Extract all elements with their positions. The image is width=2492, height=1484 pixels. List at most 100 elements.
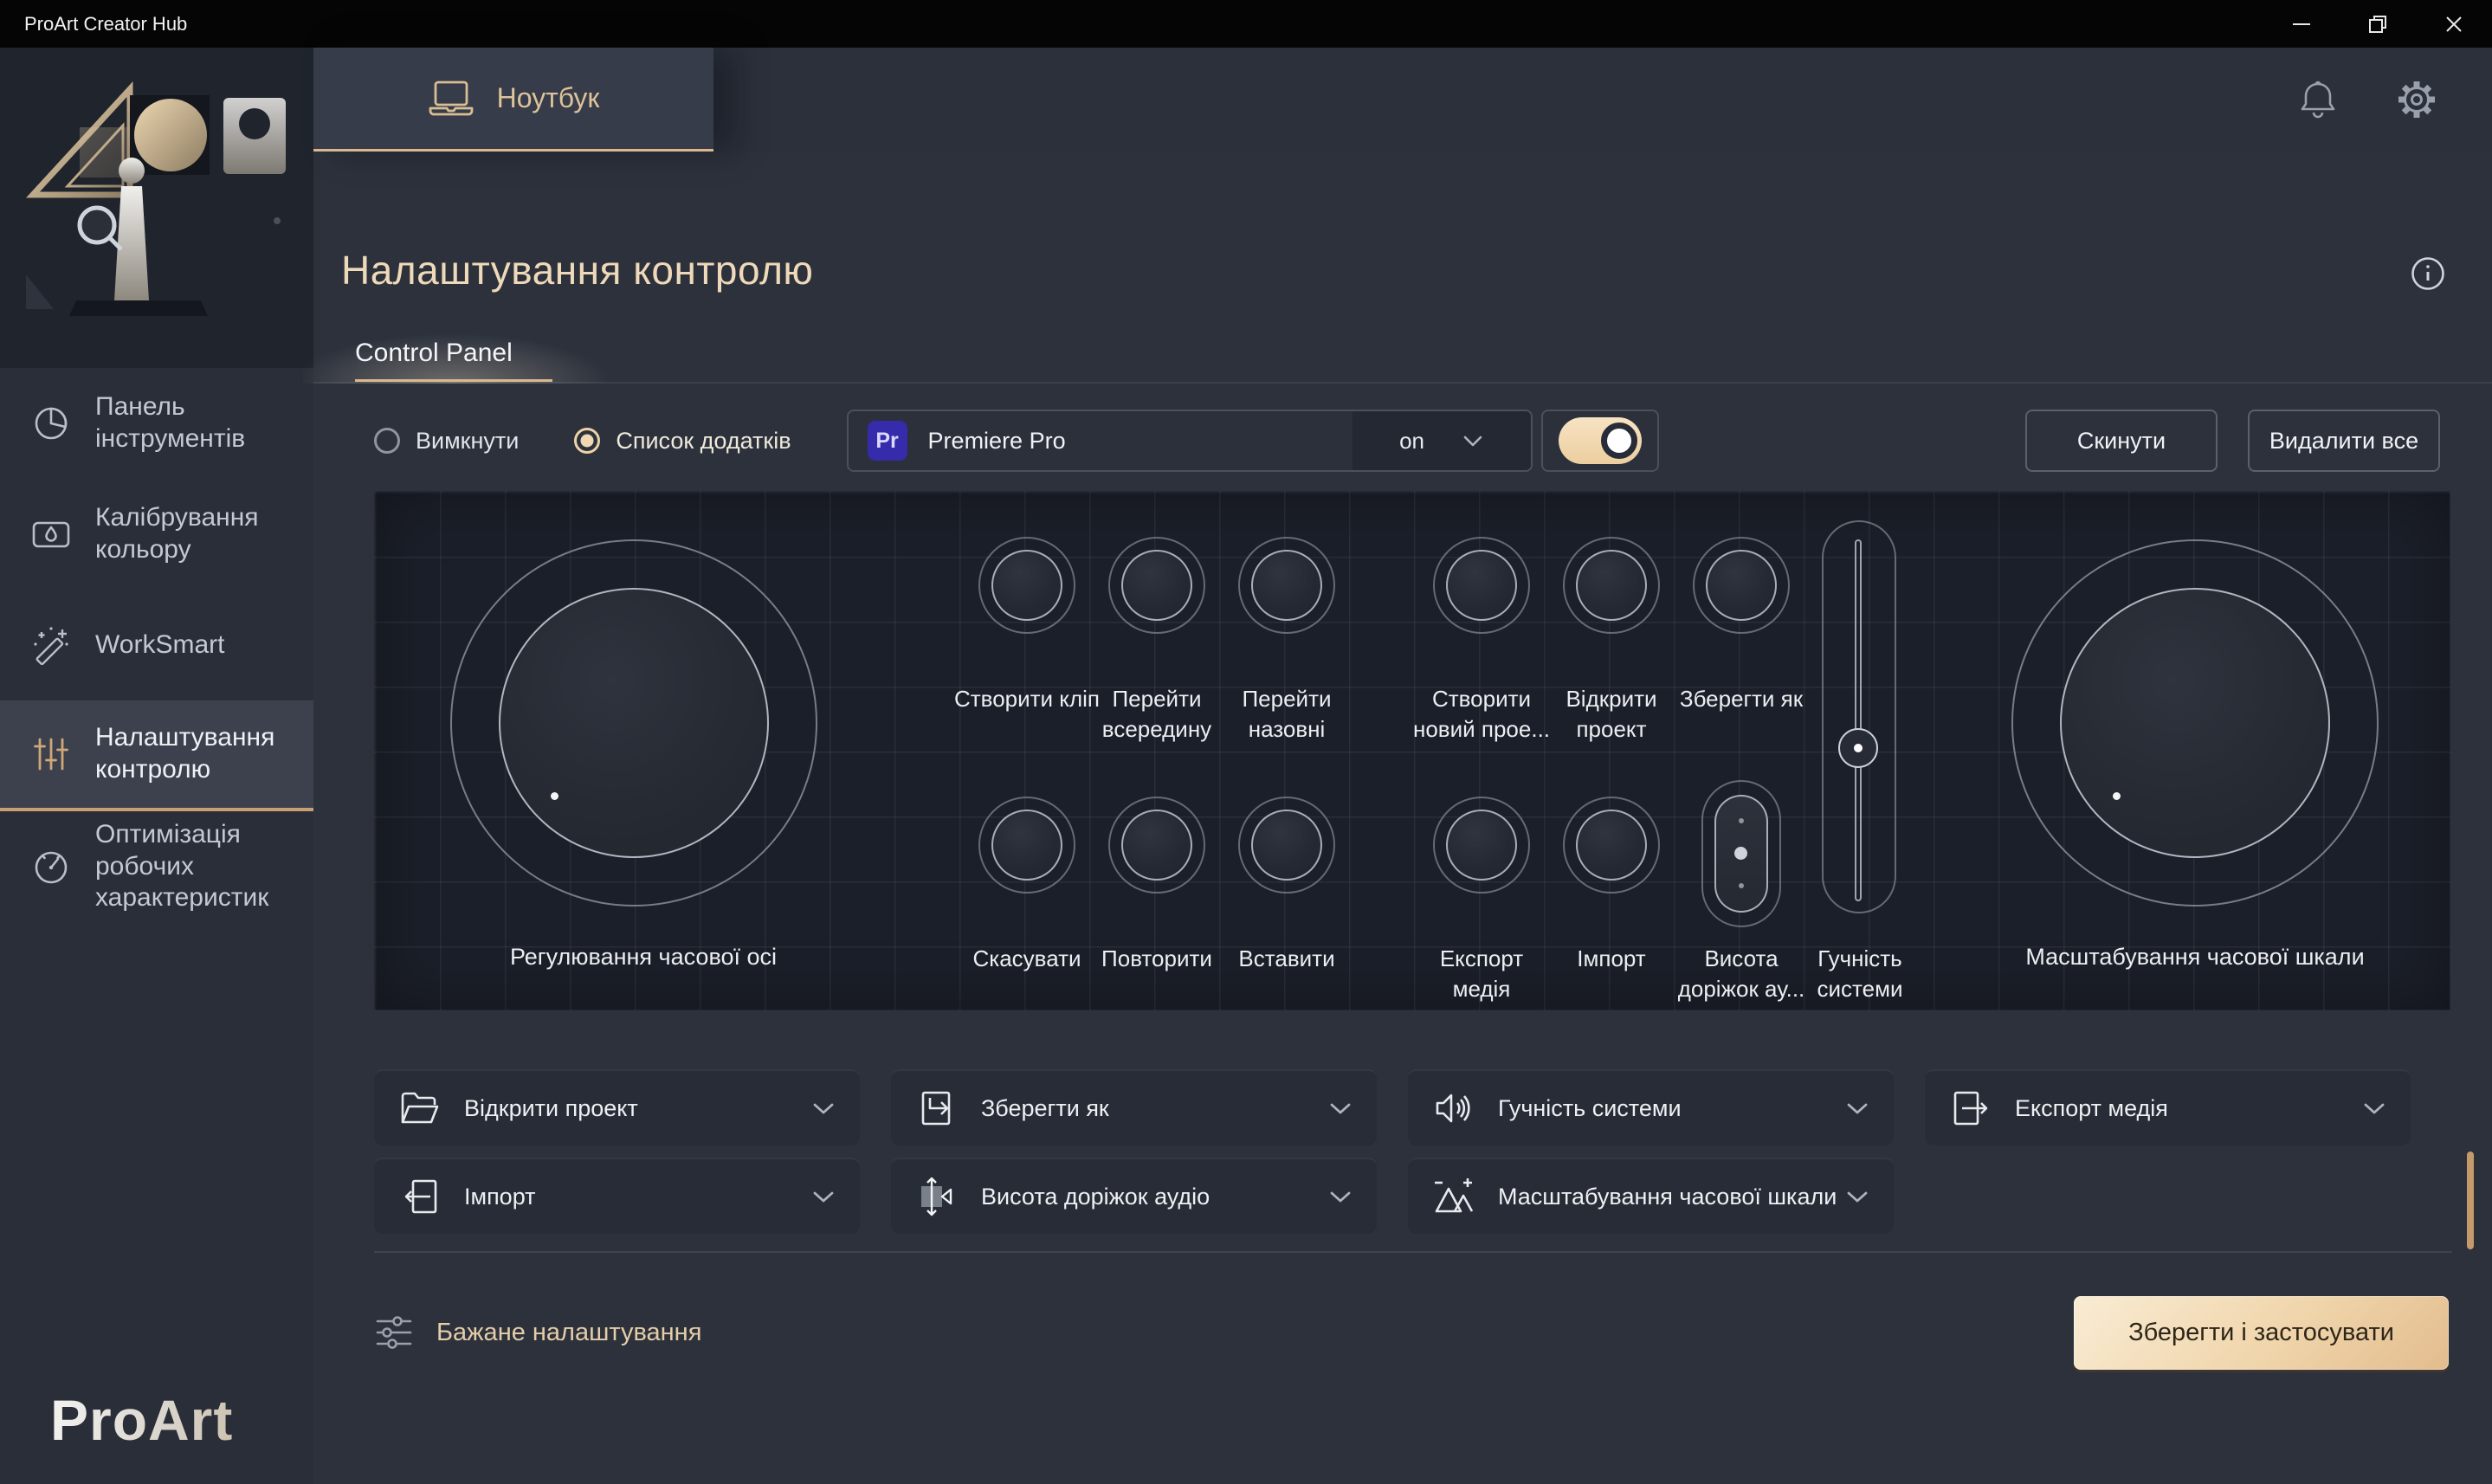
slider-handle[interactable] <box>1838 728 1878 768</box>
close-button[interactable] <box>2416 0 2492 48</box>
knob-paste[interactable] <box>1238 797 1335 894</box>
dropdown-open-project[interactable]: Відкрити проект <box>374 1069 860 1145</box>
timeline-zoom-dial[interactable] <box>2011 539 2379 907</box>
dial-right-label: Масштабування часової шкали <box>1970 944 2420 971</box>
page-title: Налаштування контролю <box>341 247 813 294</box>
timeline-adjust-dial[interactable] <box>450 539 817 907</box>
info-button[interactable] <box>2410 255 2446 292</box>
knob-label: Перейти назовні <box>1213 684 1360 745</box>
app-state-dropdown[interactable]: on <box>1353 411 1531 470</box>
knob-open-project[interactable] <box>1563 537 1660 634</box>
premiere-pro-icon: Pr <box>868 421 907 461</box>
tab-control-panel-label: Control Panel <box>355 339 513 367</box>
pill-dot-large <box>1734 847 1747 860</box>
dropdown-import[interactable]: Імпорт <box>374 1158 860 1234</box>
titlebar: ProArt Creator Hub <box>0 0 2492 48</box>
dropdown-label: Висота доріжок аудіо <box>981 1184 1210 1210</box>
tab-control-panel[interactable]: Control Panel <box>355 339 513 382</box>
knob-label: Зберегти як <box>1668 684 1815 714</box>
close-icon <box>2443 13 2465 35</box>
sidebar-item-control-settings[interactable]: Налаштування контролю <box>0 700 313 811</box>
knob-label: Відкрити проект <box>1538 684 1685 745</box>
minimize-button[interactable] <box>2263 0 2340 48</box>
preferred-settings-button[interactable]: Бажане налаштування <box>374 1314 701 1352</box>
dial-left-label: Регулювання часової осі <box>418 944 868 971</box>
knob-redo[interactable] <box>1108 797 1205 894</box>
dropdown-timeline-zoom[interactable]: Масштабування часової шкали <box>1408 1158 1894 1234</box>
knob-create-clip[interactable] <box>978 537 1075 634</box>
dropdown-system-volume[interactable]: Гучність системи <box>1408 1069 1894 1145</box>
knob-go-outside[interactable] <box>1238 537 1335 634</box>
scrollbar-thumb[interactable] <box>2467 1152 2474 1249</box>
main-area: Ноутбук Налаштування контролю Control Pa… <box>313 48 2492 1484</box>
radio-disable[interactable]: Вимкнути <box>374 428 519 455</box>
knob-go-inside[interactable] <box>1108 537 1205 634</box>
knob-import[interactable] <box>1563 797 1660 894</box>
laptop-icon <box>428 79 475 119</box>
sidebar-item-label: Панель інструментів <box>95 391 298 455</box>
delete-all-button-label: Видалити все <box>2269 428 2418 455</box>
radio-app-list-label: Список додатків <box>616 428 791 455</box>
dropdown-export-media[interactable]: Експорт медія <box>1925 1069 2411 1145</box>
radio-app-list[interactable]: Список додатків <box>574 428 791 455</box>
dropdown-label: Імпорт <box>464 1184 536 1210</box>
tab-device-laptop[interactable]: Ноутбук <box>313 48 713 152</box>
tabs-divider <box>313 382 2492 384</box>
restore-button[interactable] <box>2340 0 2416 48</box>
dial-knob <box>499 588 769 858</box>
knob-label: Експорт медія <box>1408 944 1555 1004</box>
export-icon <box>1949 1088 1992 1128</box>
sidebar-item-label: WorkSmart <box>95 629 224 661</box>
window-controls <box>2263 0 2492 48</box>
reset-button-label: Скинути <box>2077 428 2166 455</box>
dropdown-label: Експорт медія <box>2015 1095 2168 1122</box>
sidebar-item-label: Оптимізація робочих характеристик <box>95 819 298 914</box>
knob-new-project[interactable] <box>1433 537 1530 634</box>
dashboard-icon <box>28 403 74 443</box>
chevron-down-icon <box>1328 1190 1353 1204</box>
track-height-icon <box>915 1176 959 1217</box>
restore-icon <box>2366 13 2389 35</box>
notifications-button[interactable] <box>2298 79 2338 120</box>
radio-disable-label: Вимкнути <box>416 428 519 455</box>
slider-label: Гучність системи <box>1786 944 1934 1004</box>
radio-selected-icon <box>574 428 600 454</box>
knob-save-as[interactable] <box>1693 537 1790 634</box>
chevron-down-icon <box>2362 1101 2386 1116</box>
sidebar-item-dashboard[interactable]: Панель інструментів <box>0 368 313 479</box>
toggle-knob <box>1601 423 1637 459</box>
knob-label: Вставити <box>1213 944 1360 974</box>
knob-undo[interactable] <box>978 797 1075 894</box>
chevron-down-icon <box>811 1101 836 1116</box>
app-selector[interactable]: Pr Premiere Pro on <box>847 410 1533 472</box>
knob-label: Скасувати <box>953 944 1101 974</box>
knob-label: Створити новий прое... <box>1408 684 1555 745</box>
sidebar-item-worksmart[interactable]: WorkSmart <box>0 590 313 700</box>
performance-gauge-icon <box>28 847 74 887</box>
knob-export-media[interactable] <box>1433 797 1530 894</box>
save-and-apply-label: Зберегти і застосувати <box>2128 1319 2394 1347</box>
folder-open-icon <box>398 1089 442 1127</box>
app-toggle[interactable] <box>1541 410 1659 472</box>
chevron-down-icon <box>1845 1101 1869 1116</box>
dropdown-label: Відкрити проект <box>464 1095 638 1122</box>
delete-all-button[interactable]: Видалити все <box>2248 410 2440 472</box>
app-state-value: on <box>1399 428 1424 455</box>
settings-button[interactable] <box>2395 78 2438 121</box>
save-and-apply-button[interactable]: Зберегти і застосувати <box>2074 1296 2449 1370</box>
proart-logo-art <box>0 48 313 368</box>
knob-label: Перейти всередину <box>1083 684 1230 745</box>
sidebar: Панель інструментів Калібрування кольору… <box>0 48 313 1484</box>
dropdown-save-as[interactable]: Зберегти як <box>891 1069 1377 1145</box>
proart-creator-hub-window: { "window": { "title": "ProArt Creator H… <box>0 0 2492 1484</box>
sidebar-item-color-calibration[interactable]: Калібрування кольору <box>0 479 313 590</box>
reset-button[interactable]: Скинути <box>2025 410 2218 472</box>
sidebar-item-performance[interactable]: Оптимізація робочих характеристик <box>0 811 313 922</box>
preferred-settings-label: Бажане налаштування <box>436 1319 701 1347</box>
sidebar-menu: Панель інструментів Калібрування кольору… <box>0 368 313 922</box>
dropdown-audio-track-height[interactable]: Висота доріжок аудіо <box>891 1158 1377 1234</box>
proart-wordmark: ProArt <box>50 1387 313 1453</box>
gear-icon <box>2395 78 2438 121</box>
dial-indicator-dot <box>551 792 558 800</box>
device-tab-label: Ноутбук <box>497 82 600 114</box>
